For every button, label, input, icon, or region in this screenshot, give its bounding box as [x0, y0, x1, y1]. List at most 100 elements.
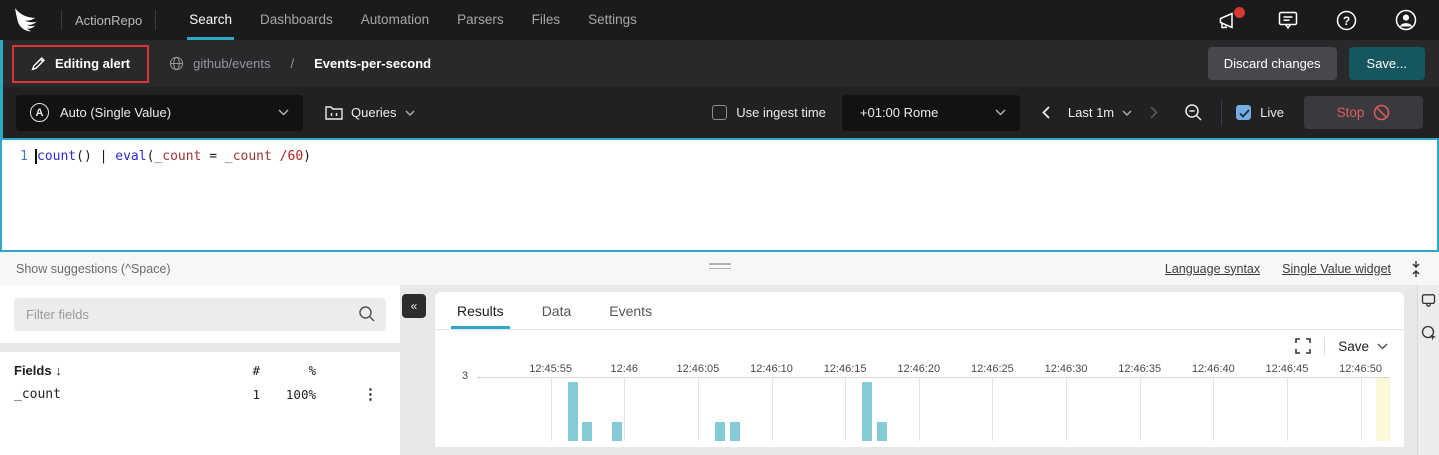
query-token: =	[201, 149, 224, 164]
feedback-button[interactable]	[1278, 11, 1298, 30]
timezone-selector[interactable]: +01:00 Rome	[842, 95, 1020, 131]
nav-item-settings[interactable]: Settings	[574, 0, 651, 40]
time-forward-button[interactable]	[1142, 100, 1166, 125]
nav-item-dashboards[interactable]: Dashboards	[246, 0, 347, 40]
resize-drag-handle[interactable]	[709, 263, 731, 272]
breadcrumb-separator: /	[290, 56, 294, 71]
widget-style-button[interactable]	[1421, 293, 1436, 308]
nav-item-files[interactable]: Files	[518, 0, 575, 40]
field-filter-card	[0, 285, 400, 343]
field-row[interactable]: _count1100%⋮	[14, 387, 386, 402]
chevron-left-icon	[1042, 106, 1050, 119]
queries-label: Queries	[351, 105, 397, 120]
save-button[interactable]: Save...	[1349, 47, 1425, 80]
repository-icon	[169, 56, 184, 71]
tab-results[interactable]: Results	[457, 292, 504, 329]
timezone-label: +01:00 Rome	[860, 105, 938, 120]
chart-bar[interactable]	[582, 422, 592, 441]
nav-item-parsers[interactable]: Parsers	[443, 0, 518, 40]
fields-header-row: Fields ↓ # %	[14, 363, 386, 378]
breadcrumb-repo[interactable]: github/events	[193, 56, 270, 71]
y-axis-tick: 3	[462, 370, 468, 382]
fullscreen-icon	[1295, 338, 1311, 354]
zoom-out-icon	[1184, 103, 1203, 122]
time-window-selector[interactable]: Last 1m	[1058, 105, 1142, 120]
link-single-value-widget[interactable]: Single Value widget	[1282, 262, 1391, 276]
use-ingest-time-toggle[interactable]: Use ingest time	[712, 105, 826, 120]
chart-gridline	[1213, 378, 1214, 441]
divider	[155, 10, 156, 30]
editing-alert-annotation: Editing alert	[12, 45, 149, 83]
search-pointer-icon	[1421, 325, 1437, 341]
discard-changes-button[interactable]: Discard changes	[1208, 47, 1337, 80]
check-icon	[1239, 109, 1250, 118]
x-axis-tick-label: 12:46:40	[1192, 363, 1235, 375]
right-tool-rail	[1417, 285, 1439, 455]
collapse-panel-icon: «	[411, 299, 418, 313]
field-name: _count	[14, 387, 226, 402]
collapse-editor-button[interactable]	[1409, 260, 1423, 278]
results-tabs: Results Data Events	[435, 292, 1404, 330]
x-axis-tick-label: 12:46:15	[824, 363, 867, 375]
chart-plot-area[interactable]: 12:45:5512:4612:46:0512:46:1012:46:1512:…	[477, 377, 1390, 441]
tab-data[interactable]: Data	[542, 292, 572, 329]
svg-text:?: ?	[1343, 13, 1350, 27]
account-button[interactable]	[1395, 9, 1417, 31]
visualization-selector[interactable]: A Auto (Single Value)	[16, 95, 303, 131]
show-suggestions-hint[interactable]: Show suggestions (^Space)	[16, 262, 171, 276]
repository-name[interactable]: ActionRepo	[75, 13, 142, 28]
count-column-header: #	[226, 363, 260, 378]
x-axis-tick-label: 12:46:50	[1339, 363, 1382, 375]
editing-mode-label: Editing alert	[55, 56, 130, 71]
pencil-icon	[31, 56, 46, 71]
query-text: count() | eval(_count = _count /60)	[37, 149, 311, 164]
results-area: Fields ↓ # % _count1100%⋮ « Results Data E…	[0, 285, 1439, 455]
chevron-down-icon	[995, 109, 1006, 116]
avatar-icon	[1395, 9, 1417, 31]
chart-bar[interactable]	[715, 422, 725, 441]
chart-bar[interactable]	[612, 422, 622, 441]
sort-descending-icon: ↓	[55, 363, 62, 378]
events-bar-chart: 3 12:45:5512:4612:46:0512:46:1012:46:151…	[435, 362, 1404, 447]
field-menu-button[interactable]: ⋮	[316, 387, 386, 402]
query-line: 1 count() | eval(_count = _count /60)	[2, 149, 1437, 164]
live-toggle[interactable]: Live	[1236, 105, 1284, 120]
nav-item-search[interactable]: Search	[175, 0, 246, 40]
falcon-icon	[14, 7, 46, 33]
time-back-button[interactable]	[1034, 100, 1058, 125]
chart-gridline	[698, 378, 699, 441]
chevron-down-icon	[405, 110, 415, 116]
chevron-down-icon	[1377, 343, 1388, 350]
tab-events[interactable]: Events	[609, 292, 652, 329]
stop-button[interactable]: Stop	[1304, 96, 1423, 129]
chart-bar[interactable]	[730, 422, 740, 441]
percent-column-header: %	[260, 363, 316, 378]
widget-save-button[interactable]: Save	[1338, 339, 1388, 354]
notification-badge	[1234, 7, 1245, 18]
query-editor[interactable]: 1 count() | eval(_count = _count /60)	[0, 138, 1439, 252]
fullscreen-button[interactable]	[1295, 338, 1311, 354]
chart-gridline	[1066, 378, 1067, 441]
x-axis-tick-label: 12:46:05	[676, 363, 719, 375]
chart-bar[interactable]	[877, 422, 887, 441]
crowdstrike-falcon-logo[interactable]	[14, 7, 48, 33]
live-checkbox[interactable]	[1236, 105, 1251, 120]
zoom-out-button[interactable]	[1176, 97, 1211, 128]
fields-column-header[interactable]: Fields ↓	[14, 363, 226, 378]
link-language-syntax[interactable]: Language syntax	[1165, 262, 1260, 276]
query-inspector-button[interactable]	[1421, 325, 1437, 341]
queries-menu-button[interactable]: Queries	[325, 105, 415, 120]
nav-item-automation[interactable]: Automation	[347, 0, 443, 40]
top-navigation: ActionRepo SearchDashboardsAutomationPar…	[0, 0, 1439, 40]
announcements-button[interactable]	[1218, 11, 1240, 30]
filter-fields-input[interactable]	[14, 298, 386, 331]
collapse-vertical-icon	[1409, 260, 1423, 278]
collapse-fields-panel-button[interactable]: «	[402, 294, 426, 318]
fields-rows: _count1100%⋮	[14, 387, 386, 402]
chart-bar[interactable]	[862, 382, 872, 441]
chevron-right-icon	[1150, 106, 1158, 119]
help-button[interactable]: ?	[1336, 10, 1357, 31]
chart-bar[interactable]	[568, 382, 578, 441]
chart-gridline	[1361, 378, 1362, 441]
use-ingest-time-checkbox[interactable]	[712, 105, 727, 120]
